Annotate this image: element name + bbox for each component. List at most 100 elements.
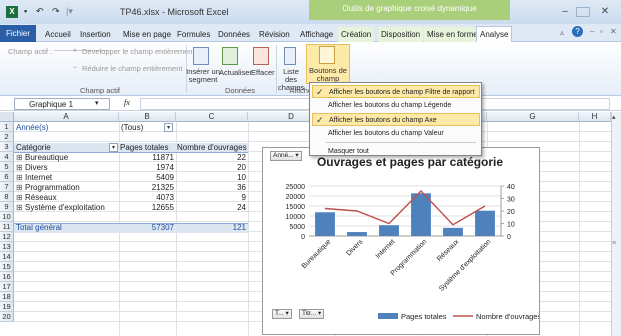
row-header[interactable]: 14 xyxy=(0,252,14,262)
select-all-corner[interactable] xyxy=(0,112,14,122)
help-icon[interactable]: ? xyxy=(572,26,583,37)
pivot-row-pages[interactable]: 1974 xyxy=(119,163,176,173)
workbook-minimize-icon[interactable]: – xyxy=(590,27,594,36)
pivot-row-count[interactable]: 36 xyxy=(176,183,248,193)
scroll-grip-icon[interactable]: ≡ xyxy=(612,240,616,247)
row-header[interactable]: 2 xyxy=(0,132,14,142)
pivot-row-pages[interactable]: 5409 xyxy=(119,173,176,183)
clear-button[interactable]: Effacer xyxy=(251,68,275,77)
pivot-row-pages[interactable]: 4073 xyxy=(119,193,176,203)
pivot-total-label[interactable]: Total général xyxy=(16,223,116,233)
column-header-b[interactable]: B xyxy=(119,112,176,122)
collapse-field-button[interactable]: Réduire le champ entièrement xyxy=(82,64,182,73)
tab-donnees[interactable]: Données xyxy=(215,27,253,42)
tab-insertion[interactable]: Insertion xyxy=(77,27,114,42)
row-header[interactable]: 5 xyxy=(0,162,14,172)
row-header[interactable]: 12 xyxy=(0,232,14,242)
insert-slicer-button[interactable]: Insérer un segment xyxy=(186,68,220,84)
maximize-icon[interactable] xyxy=(576,7,590,17)
column-header-g[interactable]: G xyxy=(487,112,579,122)
row-header[interactable]: 17 xyxy=(0,282,14,292)
tab-revision[interactable]: Révision xyxy=(256,27,293,42)
pivot-header-count[interactable]: Nombre d'ouvrages xyxy=(177,143,248,153)
pivot-row-count[interactable]: 20 xyxy=(176,163,248,173)
undo-icon[interactable]: ↶ xyxy=(36,6,44,17)
menu-item-4[interactable]: Masquer tout xyxy=(312,145,480,158)
row-header[interactable]: 13 xyxy=(0,242,14,252)
tab-accueil[interactable]: Accueil xyxy=(42,27,74,42)
tab-fichier[interactable]: Fichier xyxy=(0,25,36,42)
save-icon[interactable]: ▪ xyxy=(24,6,27,16)
expand-row-icon[interactable]: ⊞ xyxy=(16,193,24,203)
column-header-h[interactable]: H xyxy=(579,112,611,122)
excel-app-icon[interactable]: X xyxy=(6,6,18,18)
row-header[interactable]: 18 xyxy=(0,292,14,302)
pivot-row-count[interactable]: 10 xyxy=(176,173,248,183)
chart-report-filter-button[interactable]: Anné... ▾ xyxy=(270,151,302,161)
chart-values-button-2[interactable]: Titr... ▾ xyxy=(299,309,325,319)
pivot-row-label[interactable]: Divers xyxy=(25,163,119,173)
pivot-row-pages[interactable]: 12655 xyxy=(119,203,176,213)
pivot-header-pages[interactable]: Pages totales xyxy=(120,143,176,153)
pivot-chart[interactable]: Ouvrages et pages par catégorie 0 5000 1000… xyxy=(262,147,541,335)
column-header-c[interactable]: C xyxy=(176,112,248,122)
vertical-scrollbar[interactable] xyxy=(611,112,621,336)
minimize-icon[interactable]: – xyxy=(556,5,574,19)
menu-item-3[interactable]: Afficher les boutons du champ Valeur xyxy=(312,127,480,140)
pivot-row-count[interactable]: 24 xyxy=(176,203,248,213)
pivot-row-pages[interactable]: 21325 xyxy=(119,183,176,193)
quick-access-customize-icon[interactable]: |▾ xyxy=(66,6,73,17)
row-header[interactable]: 10 xyxy=(0,212,14,222)
pivot-row-label[interactable]: Programmation xyxy=(25,183,119,193)
tab-mise-en-forme[interactable]: Mise en forme xyxy=(424,27,481,42)
pivot-row-label[interactable]: Bureautique xyxy=(25,153,119,163)
expand-row-icon[interactable]: ⊞ xyxy=(16,153,24,163)
tab-creation[interactable]: Création xyxy=(338,27,375,42)
row-header[interactable]: 4 xyxy=(0,152,14,162)
expand-field-button[interactable]: Développer le champ entièrement xyxy=(82,47,195,56)
row-header[interactable]: 9 xyxy=(0,202,14,212)
pivot-header-category[interactable]: Catégorie xyxy=(16,143,106,153)
tab-formules[interactable]: Formules xyxy=(174,27,213,42)
expand-row-icon[interactable]: ⊞ xyxy=(16,183,24,193)
pivot-total-count[interactable]: 121 xyxy=(176,223,248,233)
close-icon[interactable]: ✕ xyxy=(596,5,614,19)
pivot-row-count[interactable]: 9 xyxy=(176,193,248,203)
pivot-row-label[interactable]: Internet xyxy=(25,173,119,183)
field-list-icon[interactable] xyxy=(284,47,296,65)
tab-analyse[interactable]: Analyse xyxy=(476,26,513,43)
row-header[interactable]: 20 xyxy=(0,312,14,322)
menu-item-2[interactable]: ✓ Afficher les boutons du champ Axe xyxy=(312,113,480,126)
workbook-close-icon[interactable]: ✕ xyxy=(610,27,617,36)
menu-item-0[interactable]: ✓ Afficher les boutons de champ Filtre de… xyxy=(312,85,480,98)
pivot-row-label[interactable]: Système d'exploitation xyxy=(25,203,119,213)
tab-disposition[interactable]: Disposition xyxy=(378,27,424,42)
column-header-a[interactable]: A xyxy=(14,112,119,122)
category-filter-dropdown-icon[interactable]: ▾ xyxy=(109,143,118,152)
row-header[interactable]: 6 xyxy=(0,172,14,182)
pivot-row-label[interactable]: Réseaux xyxy=(25,193,119,203)
row-header[interactable]: 19 xyxy=(0,302,14,312)
row-header[interactable]: 16 xyxy=(0,272,14,282)
scroll-up-icon[interactable]: ▴ xyxy=(612,113,616,121)
expand-row-icon[interactable]: ⊞ xyxy=(16,203,24,213)
menu-item-1[interactable]: Afficher les boutons du champ Légende xyxy=(312,99,480,112)
fx-icon[interactable]: fx xyxy=(124,98,130,107)
tab-mise-en-page[interactable]: Mise en page xyxy=(120,27,174,42)
redo-icon[interactable]: ↷ xyxy=(52,6,60,17)
row-header[interactable]: 7 xyxy=(0,182,14,192)
row-header[interactable]: 8 xyxy=(0,192,14,202)
row-header[interactable]: 3 xyxy=(0,142,14,152)
refresh-button[interactable]: Actualiser xyxy=(219,68,252,77)
pivot-filter-label[interactable]: Année(s) xyxy=(16,123,116,133)
expand-row-icon[interactable]: ⊞ xyxy=(16,173,24,183)
pivot-total-pages[interactable]: 57307 xyxy=(119,223,176,233)
name-box-dropdown-icon[interactable]: ▾ xyxy=(95,99,99,107)
chart-values-button-1[interactable]: T... ▾ xyxy=(272,309,292,319)
expand-row-icon[interactable]: ⊞ xyxy=(16,163,24,173)
pivot-filter-dropdown-icon[interactable]: ▾ xyxy=(164,123,173,132)
row-header[interactable]: 1 xyxy=(0,122,14,132)
ribbon-minimize-icon[interactable]: ▵ xyxy=(560,28,564,37)
workbook-restore-icon[interactable]: ▫ xyxy=(600,27,603,36)
clear-icon[interactable] xyxy=(253,47,269,65)
